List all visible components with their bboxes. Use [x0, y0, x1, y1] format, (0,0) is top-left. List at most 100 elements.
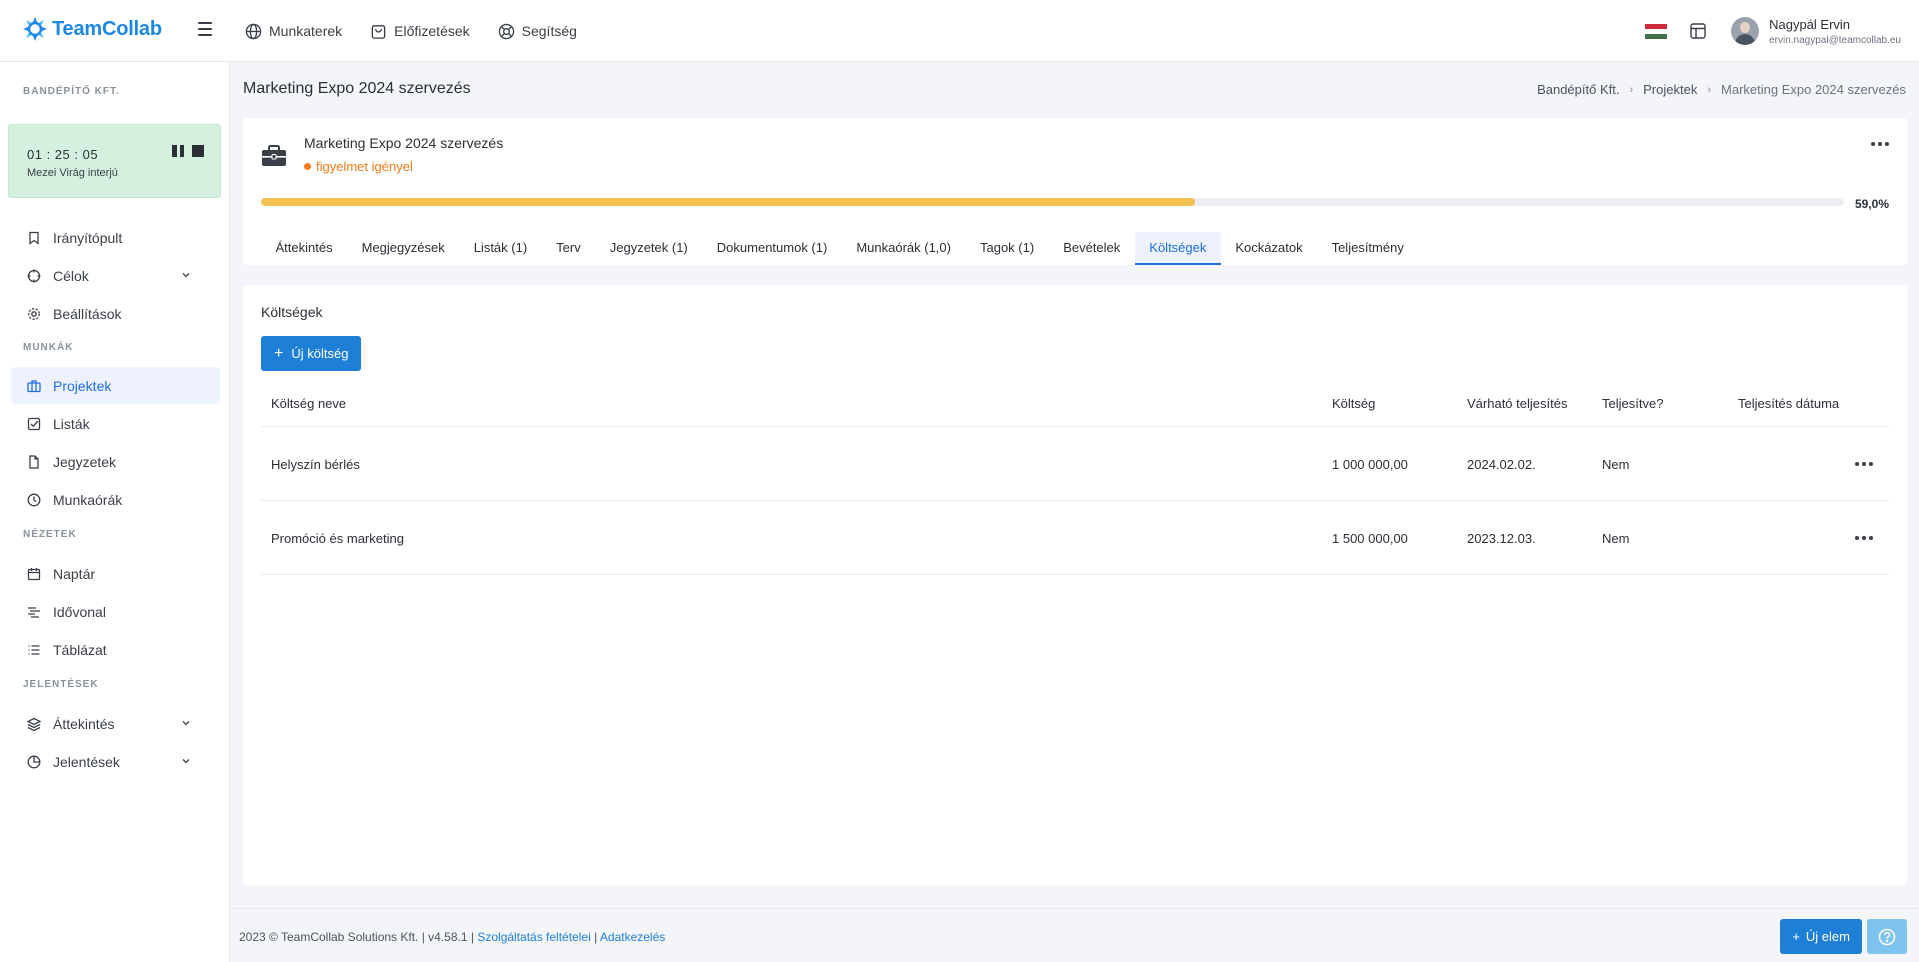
sidebar-item-worklogs[interactable]: Munkaórák [11, 481, 220, 518]
new-cost-button[interactable]: + Új költség [261, 336, 362, 371]
sidebar-item-label: Beállítások [53, 305, 122, 322]
breadcrumb-separator-icon: › [1707, 83, 1712, 96]
footer-text: 2023 © TeamCollab Solutions Kft. | v4.58… [239, 930, 665, 944]
table-header: Költség neve Költség Várható teljesítés … [261, 381, 1889, 427]
user-info[interactable]: Nagypál Ervin ervin.nagypal@teamcollab.e… [1769, 17, 1901, 46]
help-button[interactable] [1867, 919, 1907, 954]
tab-5[interactable]: Dokumentumok (1) [702, 232, 842, 265]
cost-amount: 1 000 000,00 [1332, 457, 1408, 472]
topnav-help-label: Segítség [521, 23, 577, 39]
breadcrumb-projects[interactable]: Projektek [1643, 82, 1697, 97]
active-timer[interactable]: 01 : 25 : 05 Mezei Virág interjú [8, 124, 221, 198]
sidebar-item-label: Idővonal [53, 603, 106, 620]
project-status: figyelmet igényel [304, 159, 413, 174]
sidebar-item-table[interactable]: Táblázat [11, 631, 220, 668]
sidebar-item-reports[interactable]: Jelentések [11, 743, 220, 780]
sidebar-item-notes[interactable]: Jegyzetek [11, 443, 220, 480]
new-item-label: Új elem [1805, 929, 1850, 944]
tab-9[interactable]: Költségek [1134, 232, 1221, 265]
menu-toggle-icon[interactable] [198, 22, 212, 36]
copyright: 2023 © TeamCollab Solutions Kft. | v4.58… [239, 930, 474, 944]
footer: 2023 © TeamCollab Solutions Kft. | v4.58… [231, 908, 1919, 962]
shopping-bag-icon [371, 24, 386, 39]
tab-0[interactable]: Áttekintés [261, 232, 347, 265]
sidebar-item-timeline[interactable]: Idővonal [11, 593, 220, 630]
column-header-done[interactable]: Teljesítve? [1602, 396, 1663, 411]
progress-label: 59,0% [1854, 197, 1889, 211]
sidebar-item-label: Naptár [53, 565, 96, 582]
topnav-workspaces[interactable]: Munkaterek [245, 23, 342, 40]
pie-chart-icon [27, 755, 41, 768]
status-label: figyelmet igényel [316, 159, 413, 174]
company-name: BANDÉPÍTŐ KFT. [23, 86, 120, 97]
column-header-cost[interactable]: Költség [1332, 396, 1375, 411]
timer-time: 01 : 25 : 05 [27, 147, 99, 162]
section-label-views: NÉZETEK [23, 529, 77, 540]
costs-card: Költségek + Új költség Költség neve Költ… [243, 285, 1907, 885]
tab-4[interactable]: Jegyzetek (1) [595, 232, 702, 265]
cost-amount: 1 500 000,00 [1332, 531, 1408, 546]
cost-due-date: 2024.02.02. [1467, 457, 1536, 472]
sidebar-item-overview[interactable]: Áttekintés [11, 705, 220, 742]
cost-done: Nem [1602, 457, 1630, 472]
list-icon [28, 644, 40, 655]
tab-11[interactable]: Teljesítmény [1317, 232, 1418, 265]
sidebar-item-projects[interactable]: Projektek [11, 367, 220, 404]
brand-name: TeamCollab [52, 17, 162, 40]
topnav-subscriptions[interactable]: Előfizetések [370, 23, 470, 40]
target-icon [27, 269, 41, 282]
topnav-help[interactable]: Segítség [498, 23, 577, 40]
footer-separator: | [594, 930, 598, 944]
user-name: Nagypál Ervin [1769, 16, 1851, 32]
project-more-icon[interactable] [1871, 142, 1889, 146]
sidebar-item-lists[interactable]: Listák [11, 405, 220, 442]
top-bar: TeamCollab Munkaterek Előfizetések Segít… [0, 0, 1919, 62]
row-more-icon[interactable] [1855, 536, 1873, 540]
cost-due-date: 2023.12.03. [1467, 531, 1536, 546]
sidebar-item-calendar[interactable]: Naptár [11, 555, 220, 592]
file-icon [29, 454, 39, 469]
gear-icon [28, 307, 40, 320]
section-label-reports: JELENTÉSEK [23, 679, 99, 690]
column-header-date[interactable]: Teljesítés dátuma [1738, 396, 1839, 411]
costs-title: Költségek [261, 304, 323, 320]
plus-icon: + [1792, 929, 1800, 944]
tab-6[interactable]: Munkaórák (1,0) [842, 232, 966, 265]
tab-1[interactable]: Megjegyzések [347, 232, 459, 265]
column-header-name[interactable]: Költség neve [271, 396, 346, 411]
logo[interactable]: TeamCollab [22, 16, 162, 42]
layers-icon [27, 717, 41, 731]
tab-2[interactable]: Listák (1) [459, 232, 541, 265]
stop-icon[interactable] [192, 145, 204, 157]
top-nav: Munkaterek Előfizetések Segítség [245, 0, 577, 62]
tab-8[interactable]: Bevételek [1049, 232, 1135, 265]
tab-7[interactable]: Tagok (1) [965, 232, 1048, 265]
chevron-down-icon [182, 273, 190, 278]
tab-3[interactable]: Terv [542, 232, 596, 265]
table-row[interactable]: Promóció és marketing 1 500 000,00 2023.… [261, 501, 1889, 575]
table-row[interactable]: Helyszín bérlés 1 000 000,00 2024.02.02.… [261, 427, 1889, 501]
breadcrumb-company[interactable]: Bandépítő Kft. [1537, 82, 1619, 97]
avatar[interactable] [1731, 17, 1760, 45]
topnav-workspaces-label: Munkaterek [269, 23, 343, 39]
sidebar-item-label: Táblázat [53, 641, 107, 658]
sidebar-item-goals[interactable]: Célok [11, 257, 220, 294]
timeline-icon [28, 606, 40, 618]
sidebar-item-label: Jelentések [53, 753, 120, 770]
terms-link[interactable]: Szolgáltatás feltételei [477, 930, 590, 944]
progress-bar [261, 198, 1844, 206]
new-item-button[interactable]: + Új elem [1780, 919, 1862, 954]
breadcrumb-current: Marketing Expo 2024 szervezés [1721, 82, 1906, 97]
sidebar-item-label: Listák [53, 415, 90, 432]
globe-icon [245, 23, 262, 39]
privacy-link[interactable]: Adatkezelés [600, 930, 665, 944]
pause-icon[interactable] [172, 145, 184, 157]
layout-icon[interactable] [1689, 22, 1707, 40]
sidebar-item-label: Jegyzetek [53, 453, 117, 470]
column-header-due[interactable]: Várható teljesítés [1467, 396, 1567, 411]
sidebar-item-settings[interactable]: Beállítások [11, 295, 220, 332]
hungarian-flag-icon[interactable] [1645, 23, 1668, 39]
sidebar-item-dashboard[interactable]: Irányítópult [11, 219, 220, 256]
tab-10[interactable]: Kockázatok [1221, 232, 1317, 265]
row-more-icon[interactable] [1855, 462, 1873, 466]
